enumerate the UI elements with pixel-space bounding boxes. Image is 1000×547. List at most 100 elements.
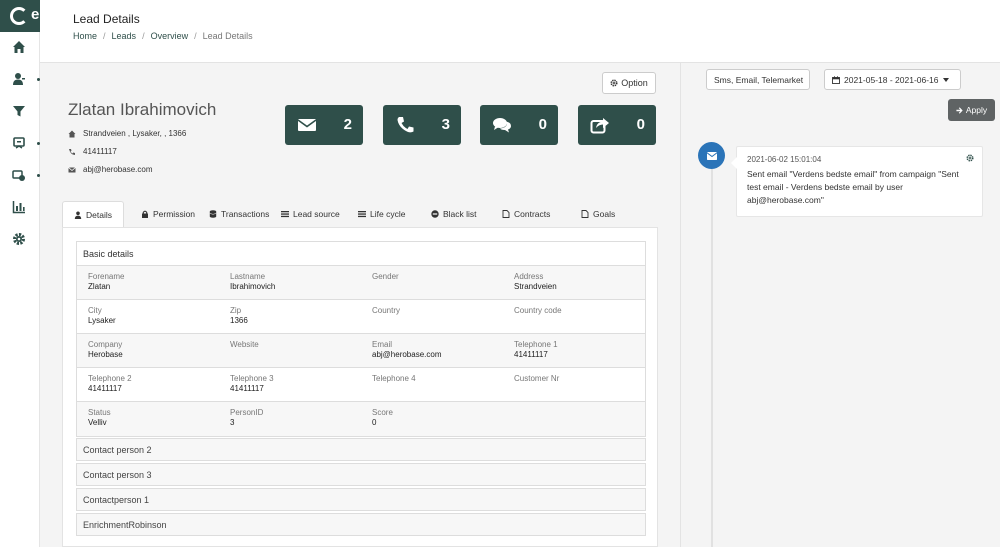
option-label: Option bbox=[621, 78, 648, 88]
section-contactperson-1[interactable]: Contactperson 1 bbox=[76, 488, 646, 511]
list-icon bbox=[281, 211, 289, 218]
breadcrumb-overview[interactable]: Overview bbox=[151, 31, 189, 41]
basic-details-header[interactable]: Basic details bbox=[77, 242, 645, 266]
field-person-id: PersonID 3 bbox=[230, 408, 263, 427]
field-label: City bbox=[88, 306, 102, 315]
field-value: 0 bbox=[372, 418, 377, 427]
apply-label: Apply bbox=[965, 105, 988, 115]
tab-transactions[interactable]: Transactions bbox=[203, 201, 275, 227]
field-country-code: Country code bbox=[514, 306, 562, 316]
lead-email: abj@herobase.com bbox=[83, 165, 153, 174]
field-value: Zlatan bbox=[88, 282, 111, 291]
field-value: abj@herobase.com bbox=[372, 350, 442, 359]
tab-life-cycle[interactable]: Life cycle bbox=[352, 201, 411, 227]
sms-count: 0 bbox=[538, 116, 547, 133]
tab-label: Life cycle bbox=[370, 209, 406, 219]
breadcrumb-leads[interactable]: Leads bbox=[112, 31, 137, 41]
logo-mark-icon bbox=[10, 7, 28, 25]
tab-black-list[interactable]: Black list bbox=[425, 201, 483, 227]
envelope-icon bbox=[68, 166, 76, 172]
file-icon bbox=[581, 210, 589, 218]
filter-icon[interactable] bbox=[12, 104, 26, 118]
arrow-right-icon bbox=[956, 106, 963, 114]
tab-label: Black list bbox=[443, 209, 477, 219]
field-telephone-2: Telephone 2 41411117 bbox=[88, 374, 132, 393]
page-header: Lead Details Home / Leads / Overview / Lead De… bbox=[40, 0, 1000, 63]
field-forename: Forename Zlatan bbox=[88, 272, 124, 291]
channel-filter-value: Sms, Email, Telemarket bbox=[714, 74, 804, 85]
tab-label: Details bbox=[86, 209, 112, 220]
channel-filter-dropdown[interactable]: Sms, Email, Telemarket bbox=[706, 69, 810, 90]
field-customer-nr: Customer Nr bbox=[514, 374, 559, 384]
money-icon[interactable] bbox=[12, 168, 26, 182]
field-label: Lastname bbox=[230, 272, 266, 281]
chart-icon[interactable] bbox=[12, 200, 26, 214]
lead-address-line: Strandveien , Lysaker, , 1366 bbox=[68, 129, 186, 138]
lock-icon bbox=[142, 210, 148, 218]
field-label: Telephone 4 bbox=[372, 374, 416, 383]
share-icon bbox=[590, 116, 610, 134]
field-value: 41411117 bbox=[230, 384, 264, 393]
field-label: Email bbox=[372, 340, 393, 349]
date-range-value: 2021-05-18 - 2021-06-16 bbox=[844, 74, 939, 85]
field-company: Company Herobase bbox=[88, 340, 123, 359]
home-icon bbox=[68, 130, 76, 137]
sidebar: e bbox=[0, 0, 40, 547]
phone-icon bbox=[69, 148, 75, 155]
users-icon[interactable] bbox=[12, 72, 26, 86]
field-label: PersonID bbox=[230, 408, 264, 417]
apply-button[interactable]: Apply bbox=[948, 99, 995, 121]
section-contact-person-2[interactable]: Contact person 2 bbox=[76, 438, 646, 461]
tab-goals[interactable]: Goals bbox=[575, 201, 621, 227]
tab-details[interactable]: Details bbox=[62, 201, 124, 227]
email-count-button[interactable]: 2 bbox=[285, 105, 363, 145]
share-count-button[interactable]: 0 bbox=[578, 105, 656, 145]
details-row: Status Velliv PersonID 3 Score 0 bbox=[77, 402, 645, 436]
field-score: Score 0 bbox=[372, 408, 393, 427]
field-zip: Zip 1366 bbox=[230, 306, 248, 325]
field-label: Telephone 3 bbox=[230, 374, 274, 383]
breadcrumb-home[interactable]: Home bbox=[73, 31, 97, 41]
home-icon[interactable] bbox=[12, 40, 26, 54]
page-title: Lead Details bbox=[73, 12, 140, 26]
tab-contracts[interactable]: Contracts bbox=[496, 201, 556, 227]
tab-label: Contracts bbox=[514, 209, 551, 219]
lead-address: Strandveien , Lysaker, , 1366 bbox=[83, 129, 187, 138]
app-logo[interactable]: e bbox=[0, 0, 40, 32]
section-enrichment-robinson[interactable]: EnrichmentRobinson bbox=[76, 513, 646, 536]
email-count: 2 bbox=[343, 116, 352, 133]
basic-details-box: Basic details Forename Zlatan Lastname Ibr… bbox=[76, 241, 646, 437]
field-label: Customer Nr bbox=[514, 374, 560, 383]
comments-icon bbox=[492, 116, 512, 134]
database-icon bbox=[209, 210, 217, 218]
list-icon bbox=[358, 211, 366, 218]
field-gender: Gender bbox=[372, 272, 399, 282]
field-value: Herobase bbox=[88, 350, 123, 359]
tab-permission[interactable]: Permission bbox=[135, 201, 201, 227]
user-icon bbox=[74, 211, 82, 219]
field-value: Velliv bbox=[88, 418, 107, 427]
envelope-icon bbox=[706, 151, 717, 160]
details-row: Company Herobase Website Email abj@herobas… bbox=[77, 334, 645, 368]
field-value: 1366 bbox=[230, 316, 248, 325]
breadcrumb: Home / Leads / Overview / Lead Details bbox=[73, 31, 253, 41]
tab-label: Permission bbox=[153, 209, 196, 219]
section-contact-person-3[interactable]: Contact person 3 bbox=[76, 463, 646, 486]
field-label: Status bbox=[88, 408, 111, 417]
field-value: 41411117 bbox=[88, 384, 122, 393]
file-icon bbox=[502, 210, 510, 218]
call-count-button[interactable]: 3 bbox=[383, 105, 461, 145]
sms-count-button[interactable]: 0 bbox=[480, 105, 558, 145]
campaign-icon[interactable] bbox=[12, 136, 26, 150]
date-range-dropdown[interactable]: 2021-05-18 - 2021-06-16 bbox=[824, 69, 961, 90]
gear-icon[interactable] bbox=[966, 154, 974, 162]
gear-icon[interactable] bbox=[12, 232, 26, 246]
envelope-icon bbox=[297, 116, 317, 134]
tab-lead-source[interactable]: Lead source bbox=[275, 201, 346, 227]
details-panel: Basic details Forename Zlatan Lastname Ibr… bbox=[62, 227, 658, 547]
lead-phone-line: 41411117 bbox=[68, 147, 117, 156]
field-label: Gender bbox=[372, 272, 399, 281]
field-telephone-1: Telephone 1 41411117 bbox=[514, 340, 558, 359]
option-button[interactable]: Option bbox=[602, 72, 656, 94]
details-row: Telephone 2 41411117 Telephone 3 41411117 … bbox=[77, 368, 645, 402]
